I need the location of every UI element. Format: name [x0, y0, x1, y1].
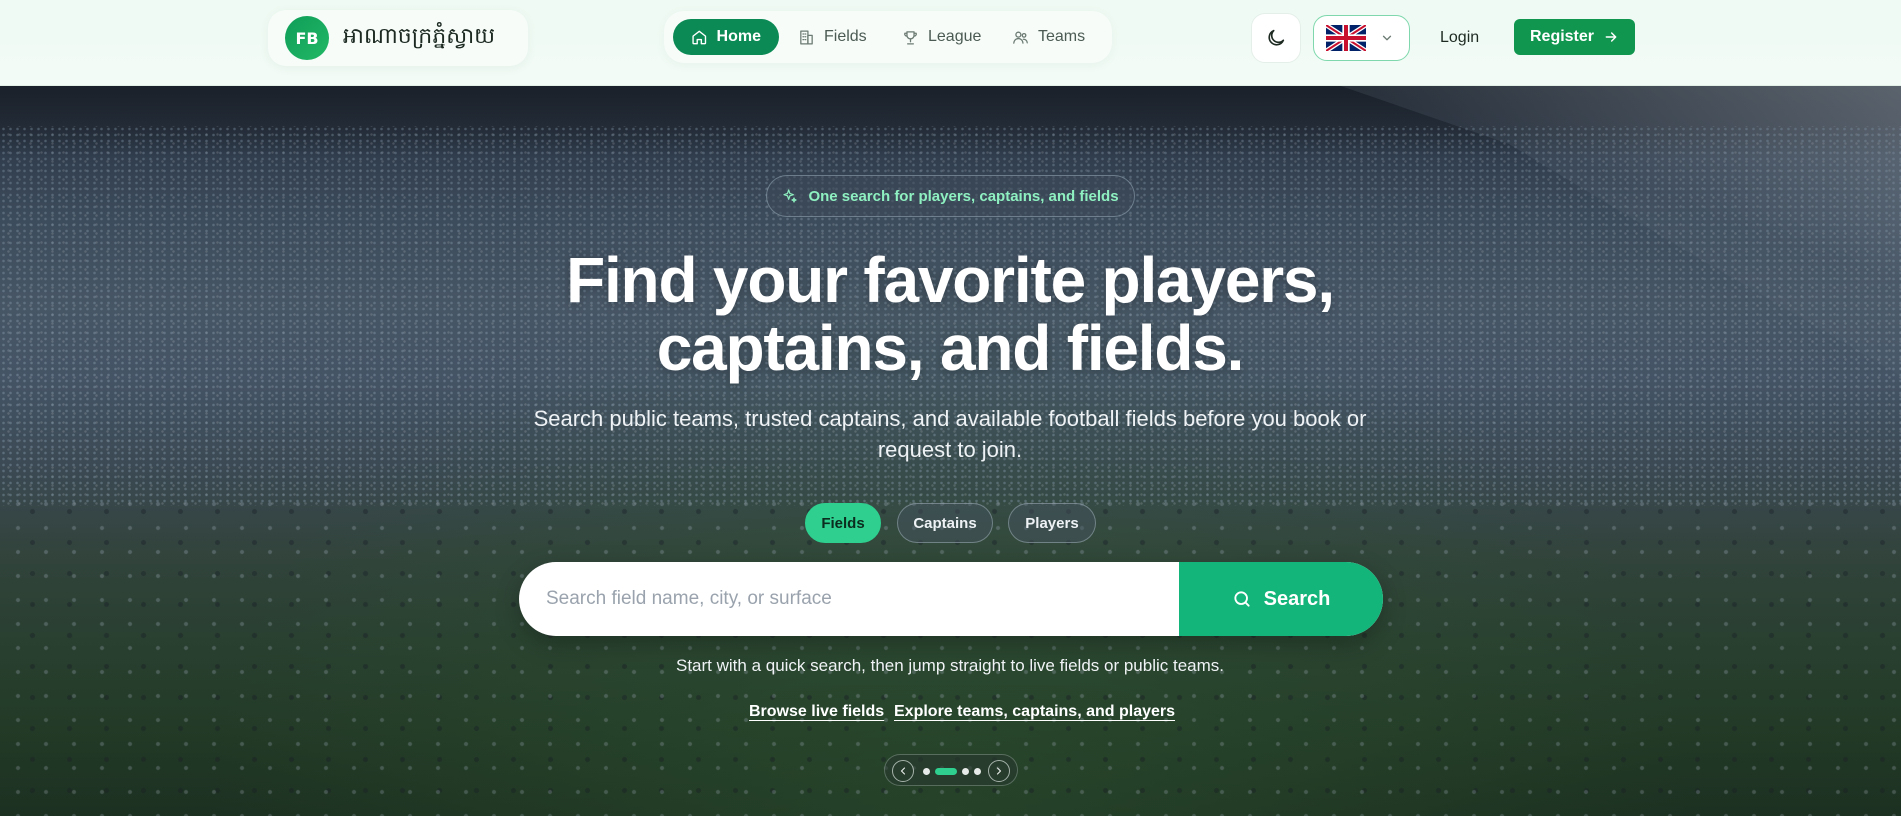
home-icon	[692, 30, 707, 44]
carousel-dot[interactable]	[974, 768, 981, 775]
search-input[interactable]	[519, 562, 1179, 636]
search-hint: Start with a quick search, then jump str…	[675, 656, 1225, 675]
hero-carousel-controls	[884, 754, 1018, 786]
nav-item-label: Fields	[824, 28, 867, 45]
carousel-dot[interactable]	[923, 768, 930, 775]
trophy-icon	[904, 30, 917, 45]
nav-item-label: Teams	[1038, 28, 1086, 45]
carousel-dot[interactable]	[962, 768, 969, 775]
search-tab-captains[interactable]: Captains	[897, 503, 993, 543]
top-navbar: FB អាណាចក្រភ្នំស្វាយ Home Fields League …	[0, 0, 1901, 86]
carousel-next-button[interactable]	[988, 760, 1010, 782]
nav-item-fields[interactable]: Fields	[798, 19, 867, 55]
hero-badge-text: One search for players, captains, and fi…	[808, 187, 1119, 205]
chevron-right-icon	[996, 767, 1002, 775]
hero-headline-line1: Find your favorite players,	[566, 244, 1335, 316]
chevron-down-icon	[1382, 35, 1392, 41]
hero-headline-line2: captains, and fields.	[656, 312, 1245, 384]
brand-name[interactable]: អាណាចក្រភ្នំស្វាយ	[343, 22, 495, 54]
browse-live-fields-link[interactable]: Browse live fields	[749, 703, 884, 721]
brand-logo[interactable]: FB	[285, 16, 329, 60]
arrow-right-icon	[1605, 32, 1617, 42]
hero-subheading: Search public teams, trusted captains, a…	[533, 406, 1367, 462]
login-link[interactable]: Login	[1424, 22, 1495, 54]
hero-headline: Find your favorite players, captains, an…	[350, 246, 1550, 382]
building-icon	[800, 29, 813, 45]
search-button-label: Search	[1263, 587, 1331, 610]
search-tab-fields[interactable]: Fields	[805, 503, 881, 543]
carousel-prev-button[interactable]	[892, 760, 914, 782]
nav-item-home[interactable]: Home	[673, 19, 779, 55]
moon-icon	[1268, 29, 1285, 46]
search-tab-players[interactable]: Players	[1008, 503, 1096, 543]
hero-search-bar: Search	[519, 562, 1383, 636]
search-button[interactable]: Search	[1179, 562, 1383, 636]
sparkles-icon	[783, 189, 798, 203]
hero-section: One search for players, captains, and fi…	[0, 86, 1901, 816]
nav-item-label: Home	[716, 28, 761, 45]
uk-flag-icon	[1326, 25, 1366, 51]
register-button[interactable]: Register	[1514, 19, 1635, 55]
language-select[interactable]	[1313, 15, 1410, 61]
register-label: Register	[1529, 28, 1595, 45]
users-icon	[1013, 31, 1028, 44]
carousel-dot-active[interactable]	[935, 768, 957, 775]
search-icon	[1234, 591, 1250, 607]
explore-teams-link[interactable]: Explore teams, captains, and players	[894, 703, 1175, 721]
nav-item-league[interactable]: League	[902, 19, 981, 55]
theme-toggle-button[interactable]	[1251, 13, 1301, 63]
nav-item-label: League	[928, 28, 982, 45]
chevron-left-icon	[900, 767, 906, 775]
brand[interactable]: FB អាណាចក្រភ្នំស្វាយ	[268, 10, 528, 66]
hero-badge: One search for players, captains, and fi…	[766, 175, 1135, 217]
nav-item-teams[interactable]: Teams	[1012, 19, 1085, 55]
main-nav: Home Fields League Teams	[664, 11, 1112, 63]
